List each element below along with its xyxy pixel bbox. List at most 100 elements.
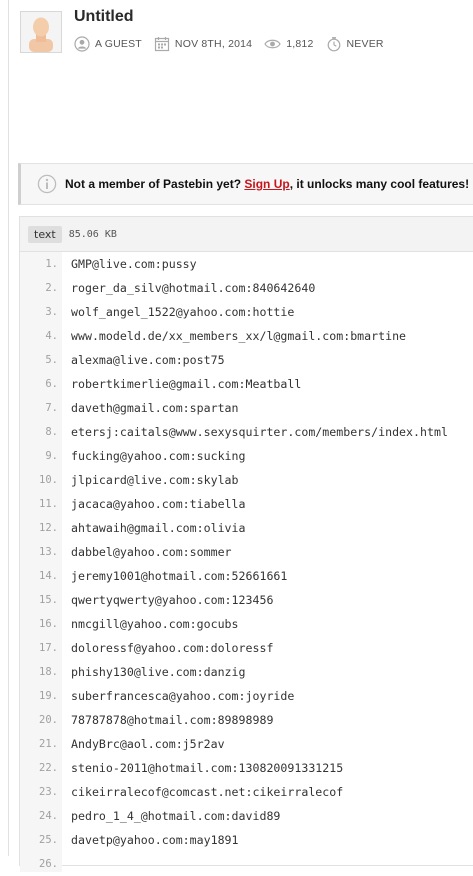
code-line: 9. fucking@yahoo.com:sucking [20,444,473,468]
code-line: 16. nmcgill@yahoo.com:gocubs [20,612,473,636]
author-name[interactable]: A GUEST [95,38,142,50]
stopwatch-icon [327,37,340,52]
code-line: 13. dabbel@yahoo.com:sommer [20,540,473,564]
line-text[interactable]: www.modeld.de/xx_members_xx/l@gmail.com:… [62,329,406,343]
code-line: 5. alexma@live.com:post75 [20,348,473,372]
paste-code-box: text 85.06 KB 1. GMP@live.com:pussy 2. roge… [19,216,473,872]
line-number: 9. [45,450,58,462]
line-number: 18. [39,666,58,678]
line-text[interactable]: GMP@live.com:pussy [62,257,197,271]
code-line: 3. wolf_angel_1522@yahoo.com:hottie [20,300,473,324]
line-number: 16. [39,618,58,630]
eye-icon [264,39,281,49]
line-number: 23. [39,786,58,798]
line-text[interactable]: stenio-2011@hotmail.com:130820091331215 [62,761,343,775]
line-number: 20. [39,714,58,726]
line-number: 25. [39,834,58,846]
line-text[interactable]: roger_da_silv@hotmail.com:840642640 [62,281,315,295]
syntax-badge[interactable]: text [28,225,62,243]
line-text[interactable]: davetp@yahoo.com:may1891 [62,833,239,847]
code-line: 6. robertkimerlie@gmail.com:Meatball [20,372,473,396]
code-line: 17. doloressf@yahoo.com:doloressf [20,636,473,660]
code-header: text 85.06 KB [20,217,473,252]
line-text[interactable]: fucking@yahoo.com:sucking [62,449,246,463]
line-number: 11. [39,498,58,510]
line-text[interactable]: ahtawaih@gmail.com:olivia [62,521,246,535]
code-lines: 1. GMP@live.com:pussy 2. roger_da_silv@hotm… [20,252,473,876]
line-number: 2. [45,282,58,294]
line-number: 15. [39,594,58,606]
code-line: 7. daveth@gmail.com:spartan [20,396,473,420]
code-line: 24. pedro_1_4_@hotmail.com:david89 [20,804,473,828]
line-text[interactable]: robertkimerlie@gmail.com:Meatball [62,377,301,391]
notice-lead-text: Not a member of Pastebin yet? [65,177,242,191]
code-line: 1. GMP@live.com:pussy [20,252,473,276]
code-line: 12. ahtawaih@gmail.com:olivia [20,516,473,540]
line-text[interactable]: AndyBrc@aol.com:j5r2av [62,737,225,751]
page-left-rule [8,0,9,856]
line-number: 7. [45,402,58,414]
paste-title: Untitled [74,8,134,25]
code-line: 23. cikeirralecof@comcast.net:cikeirralec… [20,780,473,804]
code-line: 22. stenio-2011@hotmail.com:1308200913312… [20,756,473,780]
date-meta: NOV 8TH, 2014 [154,36,252,52]
code-line: 15. qwertyqwerty@yahoo.com:123456 [20,588,473,612]
paste-size: 85.06 KB [68,228,117,240]
notice-rest-text: , it unlocks many cool features! [289,177,470,191]
line-text[interactable]: alexma@live.com:post75 [62,353,225,367]
line-text[interactable]: dabbel@yahoo.com:sommer [62,545,232,559]
line-number: 22. [39,762,58,774]
line-text[interactable]: jeremy1001@hotmail.com:52661661 [62,569,287,583]
line-text[interactable]: etersj:caitals@www.sexysquirter.com/memb… [62,425,448,439]
code-line: 10. jlpicard@live.com:skylab [20,468,473,492]
avatar[interactable] [20,11,62,53]
line-text[interactable]: qwertyqwerty@yahoo.com:123456 [62,593,273,607]
line-text[interactable]: 78787878@hotmail.com:89898989 [62,713,273,727]
line-number: 1. [45,258,58,270]
code-line: 18. phishy130@live.com:danzig [20,660,473,684]
guest-avatar-icon [21,12,61,52]
code-line: 4. www.modeld.de/xx_members_xx/l@gmail.co… [20,324,473,348]
line-number: 24. [39,810,58,822]
line-number: 19. [39,690,58,702]
user-icon [74,36,90,52]
line-number: 3. [45,306,58,318]
code-line: 14. jeremy1001@hotmail.com:52661661 [20,564,473,588]
paste-meta: A GUEST NOV 8TH, 2014 1,812 NEVER [74,35,396,53]
line-text[interactable]: cikeirralecof@comcast.net:cikeirralecof [62,785,343,799]
line-number: 6. [45,378,58,390]
sign-up-link[interactable]: Sign Up [244,177,289,191]
line-number: 14. [39,570,58,582]
line-number: 21. [39,738,58,750]
line-text[interactable]: wolf_angel_1522@yahoo.com:hottie [62,305,294,319]
line-number: 17. [39,642,58,654]
paste-date: NOV 8TH, 2014 [174,38,253,50]
code-line: 2. roger_da_silv@hotmail.com:840642640 [20,276,473,300]
line-number: 8. [45,426,58,438]
line-number: 5. [45,354,58,366]
line-number: 13. [39,546,58,558]
line-text[interactable]: nmcgill@yahoo.com:gocubs [62,617,239,631]
view-count: 1,812 [286,38,314,50]
line-text[interactable]: phishy130@live.com:danzig [62,665,246,679]
line-text[interactable]: suberfrancesca@yahoo.com:joyride [62,689,294,703]
line-text[interactable]: jlpicard@live.com:skylab [62,473,239,487]
expiry-meta: NEVER [326,36,384,52]
code-line: 11. jacaca@yahoo.com:tiabella [20,492,473,516]
views-meta: 1,812 [264,36,313,52]
line-number: 12. [39,522,58,534]
line-number: 10. [39,474,58,486]
line-number: 4. [45,330,58,342]
line-text[interactable]: daveth@gmail.com:spartan [62,401,239,415]
line-number: 26. [39,858,58,870]
line-text[interactable]: jacaca@yahoo.com:tiabella [62,497,246,511]
line-text[interactable]: pedro_1_4_@hotmail.com:david89 [62,809,280,823]
code-line: 19. suberfrancesca@yahoo.com:joyride [20,684,473,708]
line-text[interactable]: doloressf@yahoo.com:doloressf [62,641,273,655]
info-icon [37,174,57,194]
code-line: 8. etersj:caitals@www.sexysquirter.com/me… [20,420,473,444]
expiry-value: NEVER [346,38,384,50]
signup-notice: Not a member of Pastebin yet? Sign Up, i… [18,163,473,205]
code-line: 20. 78787878@hotmail.com:89898989 [20,708,473,732]
code-line: 21. AndyBrc@aol.com:j5r2av [20,732,473,756]
